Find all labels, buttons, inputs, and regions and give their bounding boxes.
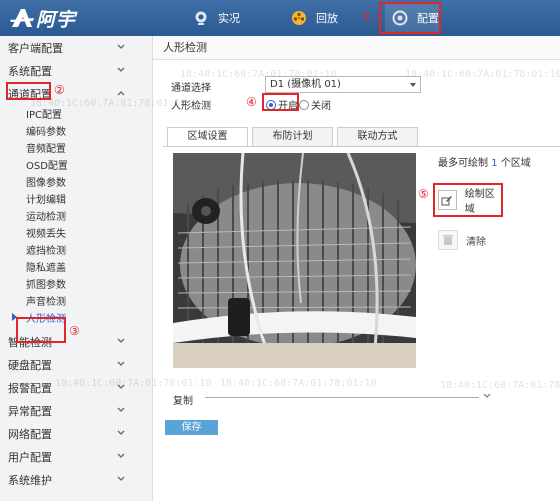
sidebar-item-exception-config[interactable]: 异常配置 xyxy=(0,399,152,422)
sidebar-subitem[interactable]: 运动检测 xyxy=(0,207,152,224)
sidebar-subitem[interactable]: 视频丢失 xyxy=(0,224,152,241)
logo-mark-icon xyxy=(10,7,34,29)
trash-icon xyxy=(438,230,458,250)
clear-button[interactable]: 清除 xyxy=(438,229,486,251)
chevron-up-icon xyxy=(117,91,125,96)
sidebar-item-network-config[interactable]: 网络配置 xyxy=(0,422,152,445)
sidebar: 客户端配置 系统配置 通道配置 IPC配置 编码参数 音频配置 OSD配置 图像… xyxy=(0,36,153,501)
annotation-marker-5: ⑤ xyxy=(418,187,429,201)
chevron-down-icon xyxy=(117,384,125,389)
annotation-box-config xyxy=(379,2,441,34)
sidebar-subitem[interactable]: 音频配置 xyxy=(0,139,152,156)
video-preview[interactable] xyxy=(173,153,416,368)
sidebar-item-label: 硬盘配置 xyxy=(8,358,52,372)
chevron-down-icon xyxy=(117,361,125,366)
brand-logo: 阿宇 xyxy=(10,4,110,32)
clear-label: 清除 xyxy=(466,236,486,248)
sidebar-subitem[interactable]: 编码参数 xyxy=(0,122,152,139)
tab-label: 区域设置 xyxy=(187,131,228,142)
sidebar-item-disk-config[interactable]: 硬盘配置 xyxy=(0,353,152,376)
nav-playback-label: 回放 xyxy=(316,12,338,25)
sidebar-item-label: 报警配置 xyxy=(8,381,52,395)
annotation-box-draw-region xyxy=(433,183,503,217)
sidebar-item-label: 客户端配置 xyxy=(8,41,63,55)
annotation-marker-3: ③ xyxy=(69,324,80,338)
nav-live-label: 实况 xyxy=(218,12,240,25)
channel-select[interactable]: D1 (摄像机 01) xyxy=(265,76,421,93)
chevron-down-icon xyxy=(117,67,125,72)
annotation-marker-2: ② xyxy=(54,83,65,97)
chevron-down-icon[interactable] xyxy=(483,392,491,400)
radio-unchecked-icon xyxy=(299,99,309,110)
annotation-box-enable xyxy=(262,93,299,111)
sidebar-subitem[interactable]: IPC配置 xyxy=(0,105,152,122)
annotation-marker-1: ① xyxy=(361,10,372,24)
max-text-prefix: 最多可绘制 xyxy=(438,158,488,169)
caret-down-icon xyxy=(410,83,416,87)
channel-label: 通道选择 xyxy=(171,83,211,94)
sidebar-subitem[interactable]: 声音检测 xyxy=(0,292,152,309)
chevron-down-icon xyxy=(117,453,125,458)
sidebar-subitem[interactable]: 抓图参数 xyxy=(0,275,152,292)
film-reel-icon xyxy=(290,9,308,27)
tab-linkage[interactable]: 联动方式 xyxy=(337,127,418,147)
max-region-count: 1 xyxy=(491,158,498,169)
tab-label: 布防计划 xyxy=(272,131,313,142)
tab-divider xyxy=(163,146,560,147)
sidebar-item-client-config[interactable]: 客户端配置 xyxy=(0,36,152,59)
sidebar-item-label: 异常配置 xyxy=(8,404,52,418)
nav-playback[interactable]: 回放 xyxy=(290,0,338,36)
camera-icon xyxy=(192,9,210,27)
nav-live[interactable]: 实况 xyxy=(192,0,240,36)
sidebar-subitem[interactable]: 隐私遮盖 xyxy=(0,258,152,275)
sidebar-item-label: 系统配置 xyxy=(8,64,52,78)
sidebar-subitem[interactable]: 计划编辑 xyxy=(0,190,152,207)
tab-label: 联动方式 xyxy=(357,131,398,142)
chevron-down-icon xyxy=(117,430,125,435)
max-text-suffix: 个区域 xyxy=(500,158,531,169)
chevron-down-icon xyxy=(117,44,125,49)
annotation-box-human-detection xyxy=(16,317,66,343)
tab-arming-schedule[interactable]: 布防计划 xyxy=(252,127,333,147)
annotation-box-channel-config xyxy=(6,82,51,100)
sidebar-item-system-maintenance[interactable]: 系统维护 xyxy=(0,468,152,491)
top-nav-bar: 阿宇 实况 回放 配置 xyxy=(0,0,560,36)
sidebar-subitem[interactable]: OSD配置 xyxy=(0,156,152,173)
sidebar-subitem[interactable]: 图像参数 xyxy=(0,173,152,190)
annotation-marker-4: ④ xyxy=(246,95,257,109)
sidebar-item-label: 网络配置 xyxy=(8,427,52,441)
radio-disable-label: 关闭 xyxy=(311,101,331,112)
sidebar-item-label: 系统维护 xyxy=(8,473,52,487)
main-content: 人形检测 通道选择 D1 (摄像机 01) 人形检测 开启 关闭 ④ 区域设置 … xyxy=(153,36,560,501)
camera-feed-image xyxy=(173,153,416,368)
sidebar-item-label: 用户配置 xyxy=(8,450,52,464)
radio-disable[interactable]: 关闭 xyxy=(299,97,331,112)
sidebar-item-system-config[interactable]: 系统配置 xyxy=(0,59,152,82)
copy-divider xyxy=(205,397,479,398)
chevron-down-icon xyxy=(117,476,125,481)
sidebar-subitem[interactable]: 遮挡检测 xyxy=(0,241,152,258)
channel-select-value: D1 (摄像机 01) xyxy=(270,79,341,90)
detect-label: 人形检测 xyxy=(171,101,211,112)
page-title: 人形检测 xyxy=(153,36,560,60)
brand-name: 阿宇 xyxy=(36,8,77,31)
tab-region-settings[interactable]: 区域设置 xyxy=(167,127,248,147)
max-regions-text: 最多可绘制 1 个区域 xyxy=(438,154,531,169)
chevron-down-icon xyxy=(117,407,125,412)
save-button[interactable]: 保存 xyxy=(165,420,218,435)
chevron-down-icon xyxy=(117,338,125,343)
sidebar-item-user-config[interactable]: 用户配置 xyxy=(0,445,152,468)
copy-label: 复制 xyxy=(173,396,193,407)
sidebar-item-alarm-config[interactable]: 报警配置 xyxy=(0,376,152,399)
